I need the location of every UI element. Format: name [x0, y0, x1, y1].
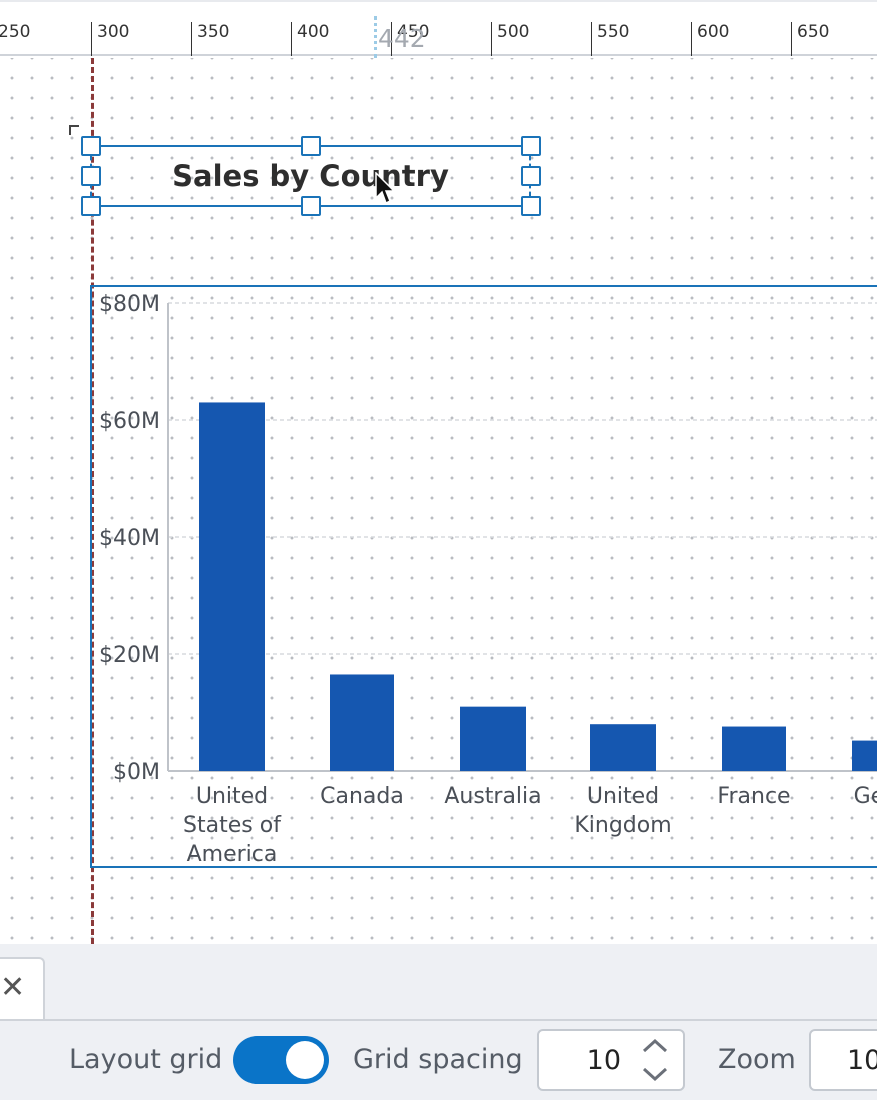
bar — [460, 706, 526, 771]
bar-chart: $0M $20M $40M $60M $80M United States of Americ… — [99, 292, 877, 867]
anchor-mark — [69, 125, 79, 135]
resize-handle-left[interactable] — [81, 166, 101, 186]
bar — [330, 674, 394, 771]
x-tick-label: States of — [183, 813, 282, 838]
bar — [722, 726, 786, 771]
ruler-tick-label: 350 — [197, 22, 230, 42]
ruler-tick — [491, 22, 492, 56]
grid-spacing-stepper[interactable]: 10 — [537, 1029, 685, 1091]
ruler-tick-label: 300 — [97, 22, 130, 42]
ruler-tick-label: 250 — [0, 22, 31, 42]
ruler-tick-label: 650 — [797, 22, 830, 42]
ruler-tick-label: 500 — [497, 22, 530, 42]
layout-grid-label: Layout grid — [69, 1044, 223, 1075]
ruler-tick — [91, 22, 92, 56]
bottom-panel — [0, 944, 877, 1100]
x-tick-label: Germ — [854, 784, 877, 809]
x-tick-label: Australia — [444, 784, 541, 809]
divider — [0, 1019, 877, 1021]
ruler-cursor-readout: 442 — [378, 24, 426, 53]
zoom-label: Zoom — [718, 1044, 796, 1075]
ruler-tick-label: 550 — [597, 22, 630, 42]
y-tick-label: $20M — [99, 643, 160, 668]
y-tick-label: $80M — [99, 292, 160, 317]
ruler-tick — [791, 22, 792, 56]
bar — [852, 740, 877, 771]
x-tick-label: United — [196, 784, 268, 809]
ruler-cursor-marker — [374, 16, 377, 58]
resize-handle-bottom-right[interactable] — [521, 196, 541, 216]
y-tick-label: $0M — [113, 760, 160, 785]
layout-grid-toggle[interactable] — [233, 1036, 329, 1084]
toggle-knob — [286, 1041, 324, 1079]
x-tick-label: Canada — [320, 784, 404, 809]
zoom-input[interactable]: 10 — [809, 1029, 877, 1091]
stepper-arrows[interactable] — [641, 1035, 669, 1085]
bar — [199, 402, 265, 771]
resize-handle-top-right[interactable] — [521, 136, 541, 156]
panel-tab[interactable]: ✕ — [0, 957, 45, 1021]
grid-spacing-value[interactable]: 10 — [539, 1045, 639, 1076]
chart-element[interactable]: $0M $20M $40M $60M $80M United States of Americ… — [90, 285, 877, 868]
horizontal-ruler: 250 300 350 400 450 500 550 600 650 442 — [0, 0, 877, 58]
y-tick-label: $40M — [99, 526, 160, 551]
ruler-tick-label: 400 — [297, 22, 330, 42]
chevron-down-icon — [642, 1067, 668, 1082]
ruler-tick-label: 600 — [697, 22, 730, 42]
resize-handle-bottom-left[interactable] — [81, 196, 101, 216]
chevron-up-icon — [642, 1038, 668, 1053]
pointer-cursor-icon — [375, 172, 396, 205]
x-tick-label: France — [717, 784, 790, 809]
x-tick-label: Kingdom — [574, 813, 671, 838]
resize-handle-top[interactable] — [301, 136, 321, 156]
ruler-tick — [691, 22, 692, 56]
resize-handle-right[interactable] — [521, 166, 541, 186]
resize-handle-bottom[interactable] — [301, 196, 321, 216]
ruler-tick — [291, 22, 292, 56]
chart-title: Sales by Country — [172, 159, 449, 193]
close-icon[interactable]: ✕ — [0, 973, 25, 1003]
x-tick-label: America — [187, 842, 278, 867]
y-tick-label: $60M — [99, 409, 160, 434]
grid-spacing-label: Grid spacing — [353, 1044, 523, 1075]
zoom-value[interactable]: 10 — [847, 1045, 877, 1076]
resize-handle-top-left[interactable] — [81, 136, 101, 156]
ruler-tick — [191, 22, 192, 56]
x-tick-label: United — [587, 784, 659, 809]
ruler-tick — [591, 22, 592, 56]
bar — [590, 724, 656, 771]
